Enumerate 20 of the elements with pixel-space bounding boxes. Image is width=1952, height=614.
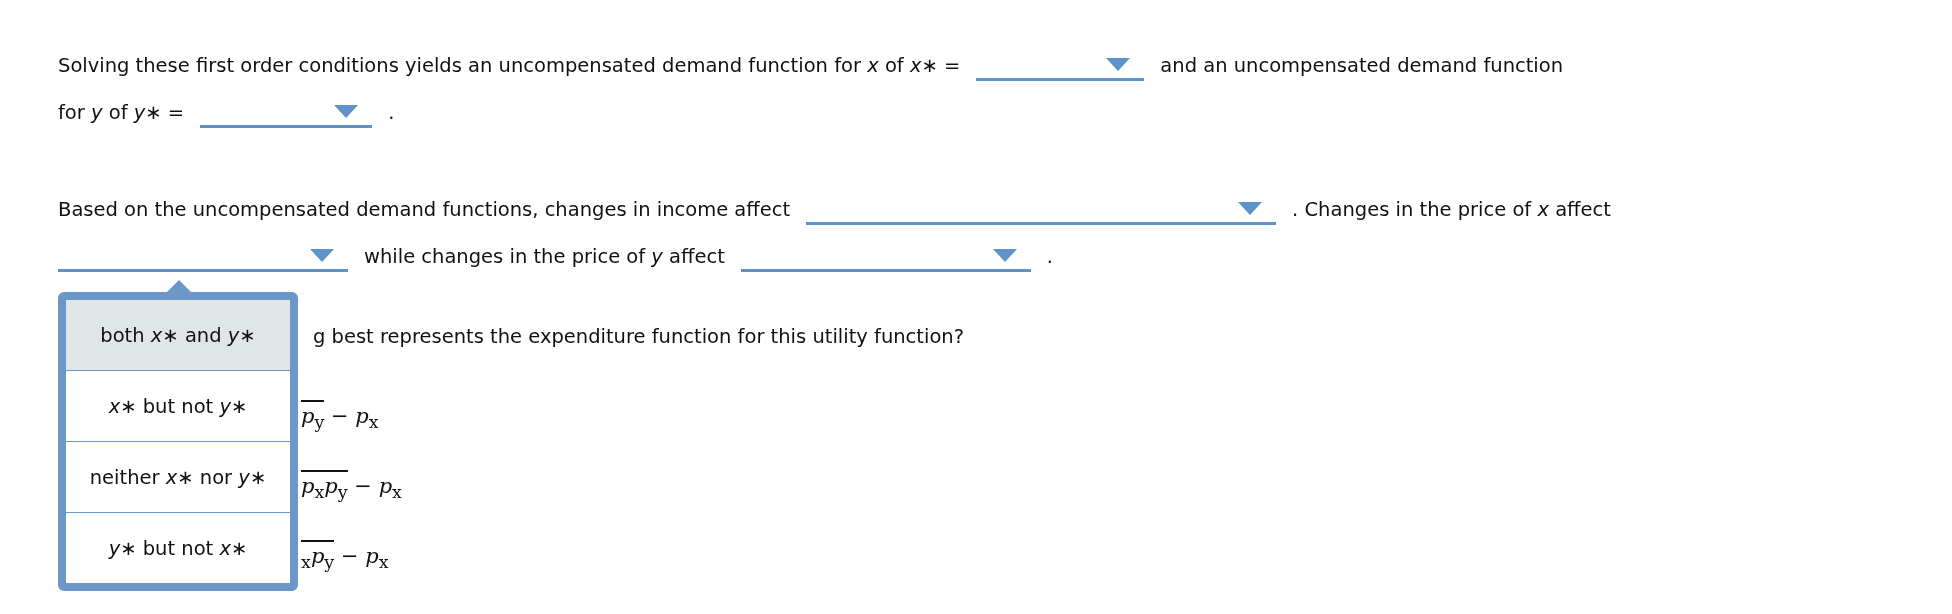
- caret-icon: [992, 249, 1017, 262]
- caret-icon: [310, 249, 334, 262]
- caret-icon: [1106, 58, 1131, 71]
- caret-icon: [334, 105, 359, 118]
- question-text: Based on the uncompensated demand functions, changes in income affect: [58, 197, 791, 223]
- answer-formula: $_{x}$p$_{y}$ − p$_{x}$: [301, 538, 389, 584]
- answer-formula: p$_{y}$ − p$_{x}$: [301, 398, 379, 444]
- question-text: . Changes in the price of x affect: [1292, 197, 1611, 223]
- question-text: while changes in the price of y affect: [364, 244, 725, 270]
- dropdown-option[interactable]: x∗ but not y∗: [108, 394, 248, 418]
- question-text: for y of y∗ =: [58, 100, 185, 126]
- question-text: .: [388, 100, 395, 126]
- dropdown-option[interactable]: y∗ but not x∗: [108, 536, 248, 560]
- question-text: Solving these first order conditions yields an uncompensated demand function for x of x∗ =: [58, 53, 961, 79]
- dropdown-option[interactable]: neither x∗ nor y∗: [89, 465, 267, 489]
- question-text: g best represents the expenditure function for this utility function?: [313, 325, 965, 348]
- question-text: and an uncompensated demand function: [1160, 53, 1564, 79]
- caret-icon: [1238, 202, 1263, 215]
- answer-formula: p$_{x}$p$_{y}$ − p$_{x}$: [301, 468, 402, 514]
- question-text: .: [1046, 244, 1054, 270]
